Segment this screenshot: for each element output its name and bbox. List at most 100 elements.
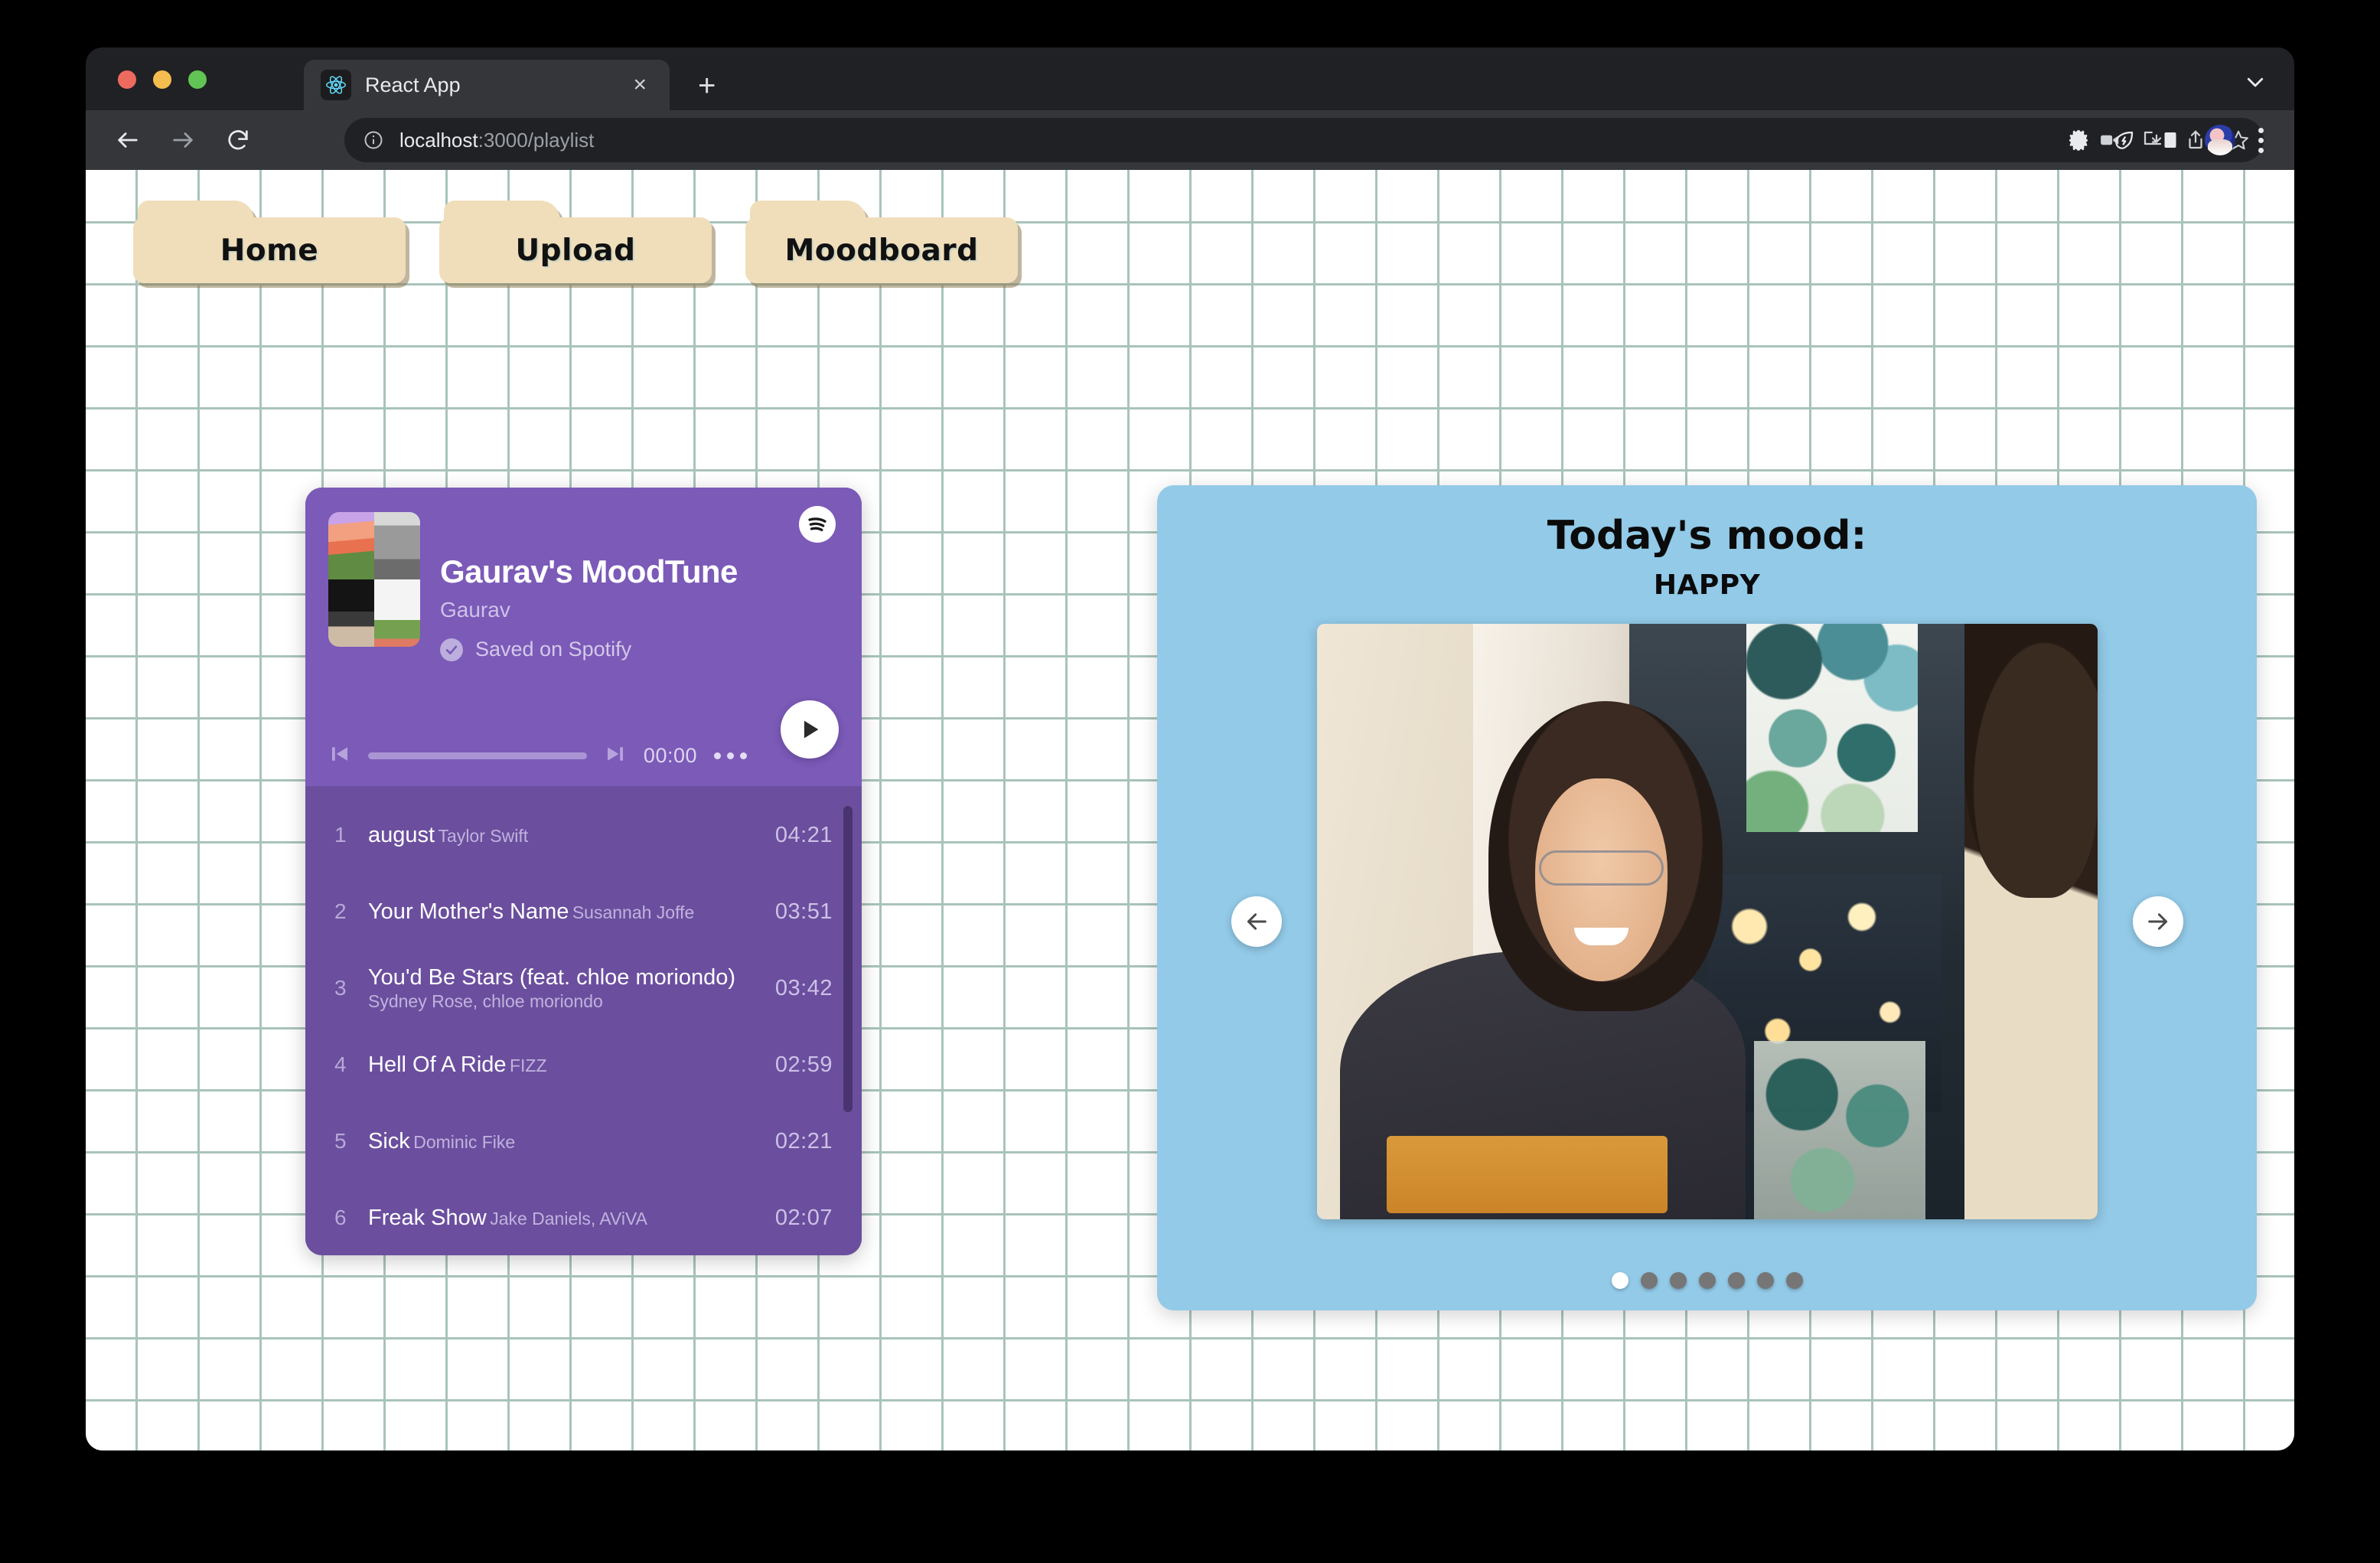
mood-photo-carousel [1231,624,2183,1219]
close-window-button[interactable] [118,70,136,89]
carousel-dot-4[interactable] [1698,1272,1716,1289]
react-logo-icon [321,70,351,100]
track-index: 1 [334,823,347,847]
photo-dot-pattern [1746,624,1918,833]
track-info: Hell Of A Ride FIZZ [368,1052,761,1078]
nav-tab-home[interactable]: Home [133,201,406,283]
cover-art-tile [328,512,374,579]
arrow-right-icon[interactable] [161,118,205,162]
mood-card: Today's mood: HAPPY [1157,485,2257,1310]
track-duration: 03:51 [774,899,833,924]
track-info: You'd Be Stars (feat. chloe moriondo) Sy… [368,964,761,1011]
carousel-dot-2[interactable] [1640,1272,1658,1289]
check-circle-icon [440,638,463,661]
track-info: Your Mother's Name Susannah Joffe [368,899,761,925]
more-horizontal-icon[interactable] [714,752,747,759]
photo-second-person-hair [1964,624,2098,898]
close-icon[interactable]: × [627,70,653,100]
url-host: localhost [399,128,478,152]
track-name: Freak Show [368,1205,487,1230]
track-artist: Sydney Rose, chloe moriondo [368,990,603,1011]
track-row[interactable]: 3 You'd Be Stars (feat. chloe moriondo) … [305,950,862,1026]
carousel-dot-5[interactable] [1727,1272,1745,1289]
track-artist: Dominic Fike [413,1131,516,1152]
kebab-menu-icon[interactable] [2258,127,2264,153]
carousel-dots [1157,1272,2257,1289]
track-duration: 03:42 [774,975,833,1000]
mood-photo [1316,624,2098,1219]
track-info: Sick Dominic Fike [368,1128,761,1154]
track-name: Sick [368,1128,410,1153]
carousel-prev-button[interactable] [1231,896,1282,947]
track-duration: 04:21 [774,822,833,847]
nav-tab-label: Moodboard [784,233,979,268]
nav-tab-label: Home [220,233,319,268]
maximize-window-button[interactable] [188,70,207,89]
track-artist: Taylor Swift [438,825,529,846]
track-row[interactable]: 6 Freak Show Jake Daniels, AViVA 02:07 [305,1180,862,1255]
url-text: localhost:3000/playlist [399,129,594,152]
nav-tab-upload[interactable]: Upload [439,201,712,283]
track-duration: 02:59 [774,1052,833,1077]
arrow-left-icon[interactable] [106,118,150,162]
carousel-dot-7[interactable] [1785,1272,1803,1289]
avatar[interactable] [2205,125,2235,155]
browser-toolbar: localhost:3000/playlist [86,110,2294,170]
leaf-bolt-icon[interactable] [2113,129,2136,152]
track-list-scrollbar[interactable] [843,806,853,1112]
track-row[interactable]: 1 august Taylor Swift 04:21 [305,797,862,873]
track-list[interactable]: 1 august Taylor Swift 04:21 2 Your Mothe… [305,786,862,1255]
carousel-dot-3[interactable] [1669,1272,1687,1289]
carousel-dot-6[interactable] [1756,1272,1774,1289]
nav-tab-moodboard[interactable]: Moodboard [745,201,1018,283]
playlist-owner: Gaurav [440,598,510,622]
track-row[interactable]: 2 Your Mother's Name Susannah Joffe 03:5… [305,873,862,950]
side-panel-icon[interactable] [2159,129,2182,152]
playlist-header: Gaurav's MoodTune Gaurav Saved on Spotif… [305,488,862,786]
playlist-meta: Gaurav's MoodTune Gaurav Saved on Spotif… [440,554,843,661]
spotify-playlist-card: Gaurav's MoodTune Gaurav Saved on Spotif… [305,488,862,1255]
browser-tab-title: React App [365,73,461,96]
browser-window: React App × + localhost:3000/playlist Ho… [86,47,2294,1450]
photo-dot-pattern-lower [1753,1040,1926,1219]
nav-tab-label: Upload [515,233,636,268]
toolbar-extension-actions [2067,118,2264,162]
url-path: :3000/playlist [478,128,595,152]
skip-previous-icon[interactable] [328,742,351,769]
track-name: Your Mother's Name [368,899,569,924]
track-index: 2 [334,899,347,923]
photo-glasses [1539,850,1664,886]
track-duration: 02:21 [774,1128,833,1153]
track-index: 6 [334,1206,347,1229]
progress-bar[interactable] [368,752,587,759]
window-traffic-lights [118,70,207,89]
track-name: Hell Of A Ride [368,1052,507,1077]
skip-next-icon[interactable] [604,742,627,769]
track-row[interactable]: 5 Sick Dominic Fike 02:21 [305,1103,862,1180]
track-index: 5 [334,1129,347,1153]
carousel-dot-1[interactable] [1611,1272,1629,1289]
track-duration: 02:07 [774,1205,833,1230]
minimize-window-button[interactable] [153,70,171,89]
folder-navigation: Home Upload Moodboard [133,201,1018,283]
track-name: august [368,822,435,847]
chevron-down-icon[interactable] [2244,70,2267,97]
track-artist: Jake Daniels, AViVA [490,1208,648,1229]
play-button[interactable] [781,700,839,759]
player-controls: 00:00 [328,742,747,769]
spotify-icon[interactable] [799,506,836,543]
track-row[interactable]: 4 Hell Of A Ride FIZZ 02:59 [305,1026,862,1103]
puzzle-piece-icon[interactable] [2067,129,2090,152]
page-viewport: Home Upload Moodboard Gaurav's MoodTune … [86,170,2294,1450]
cover-art-tile [374,579,420,647]
carousel-next-button[interactable] [2132,896,2183,947]
new-tab-button[interactable]: + [698,70,716,101]
address-bar[interactable]: localhost:3000/playlist [344,118,2264,162]
saved-status: Saved on Spotify [440,638,843,661]
info-circle-icon[interactable] [363,129,384,151]
reload-icon[interactable] [216,118,260,162]
elapsed-time: 00:00 [643,744,697,767]
mood-value: HAPPY [1653,569,1761,601]
track-artist: Susannah Joffe [572,902,695,922]
browser-tab[interactable]: React App × [304,60,670,110]
